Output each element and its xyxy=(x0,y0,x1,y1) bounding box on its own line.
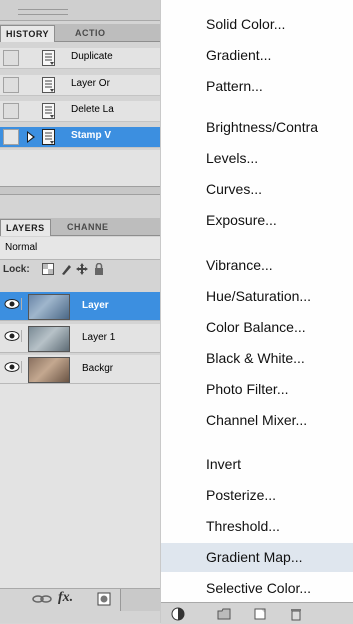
snapshot-source-checkbox[interactable] xyxy=(3,50,19,66)
adjustment-layer-button-pressed[interactable] xyxy=(120,589,161,611)
layers-panel-tabs: LAYERS CHANNE xyxy=(0,218,160,236)
new-layer-icon[interactable] xyxy=(253,607,267,621)
history-state-icon xyxy=(42,103,55,119)
layer-thumbnail xyxy=(28,326,70,352)
tab-actions[interactable]: ACTIO xyxy=(70,25,111,41)
blend-mode-select[interactable]: Normal xyxy=(0,237,160,260)
menu-item-invert[interactable]: Invert xyxy=(206,456,241,472)
menu-item-color-balance[interactable]: Color Balance... xyxy=(206,319,306,335)
history-state-icon xyxy=(42,77,55,93)
visibility-eye-icon[interactable] xyxy=(4,298,22,310)
menu-item-brightness-contrast[interactable]: Brightness/Contra xyxy=(206,119,318,135)
visibility-eye-icon[interactable] xyxy=(4,330,22,342)
group-folder-icon[interactable] xyxy=(217,607,231,621)
lock-image-pixels-icon[interactable] xyxy=(60,263,72,275)
lock-all-icon[interactable] xyxy=(93,263,105,275)
adjustment-layer-menu: Solid Color... Gradient... Pattern... Br… xyxy=(160,0,353,624)
menu-item-curves[interactable]: Curves... xyxy=(206,181,262,197)
lock-label: Lock: xyxy=(3,264,30,275)
grip-icon xyxy=(18,9,68,15)
history-item-selected[interactable]: Stamp V xyxy=(0,127,160,148)
history-list-empty-area xyxy=(0,150,160,186)
menu-item-black-white[interactable]: Black & White... xyxy=(206,350,305,366)
left-panel-area: HISTORY ACTIO Duplicate Layer Or Delete … xyxy=(0,0,161,623)
history-item[interactable]: Layer Or xyxy=(0,75,160,96)
tab-channels[interactable]: CHANNE xyxy=(62,219,114,235)
link-layers-icon[interactable] xyxy=(32,592,52,606)
menu-item-gradient[interactable]: Gradient... xyxy=(206,47,271,63)
layer-thumbnail xyxy=(28,294,70,320)
layer-name: Layer xyxy=(82,300,109,311)
menu-item-vibrance[interactable]: Vibrance... xyxy=(206,257,273,273)
adjustment-layer-icon[interactable] xyxy=(171,607,185,621)
history-state-pointer-icon xyxy=(27,131,35,143)
menu-item-exposure[interactable]: Exposure... xyxy=(206,212,277,228)
panel-dock-header[interactable] xyxy=(0,0,160,21)
snapshot-source-checkbox[interactable] xyxy=(3,77,19,93)
history-panel-tabs: HISTORY ACTIO xyxy=(0,24,160,42)
layer-name: Backgr xyxy=(82,363,114,374)
layer-row[interactable]: Layer 1 xyxy=(0,324,160,353)
menu-item-pattern[interactable]: Pattern... xyxy=(206,78,263,94)
menu-item-gradient-map[interactable]: Gradient Map... xyxy=(161,543,353,572)
history-item-label: Layer Or xyxy=(71,78,110,89)
snapshot-source-checkbox[interactable] xyxy=(3,103,19,119)
snapshot-source-checkbox[interactable] xyxy=(3,129,19,145)
history-state-icon xyxy=(42,50,55,66)
panel-divider[interactable] xyxy=(0,186,160,195)
menu-item-threshold[interactable]: Threshold... xyxy=(206,518,280,534)
blend-mode-value: Normal xyxy=(5,242,38,253)
menu-item-posterize[interactable]: Posterize... xyxy=(206,487,276,503)
menu-item-selective-color[interactable]: Selective Color... xyxy=(206,580,311,596)
layer-thumbnail xyxy=(28,357,70,383)
menu-item-photo-filter[interactable]: Photo Filter... xyxy=(206,381,288,397)
layer-row-selected[interactable]: Layer xyxy=(0,292,160,321)
history-item-label: Duplicate xyxy=(71,51,113,62)
add-mask-icon[interactable] xyxy=(97,592,111,606)
layers-list-empty-area xyxy=(0,384,160,588)
menu-item-channel-mixer[interactable]: Channel Mixer... xyxy=(206,412,307,428)
bottom-bar-continuation xyxy=(161,602,353,624)
history-item-label: Delete La xyxy=(71,104,114,115)
layer-name: Layer 1 xyxy=(82,332,116,343)
lock-row: Lock: xyxy=(0,258,160,282)
lock-transparent-pixels-icon[interactable] xyxy=(42,263,54,275)
menu-item-solid-color[interactable]: Solid Color... xyxy=(206,16,285,32)
tab-history[interactable]: HISTORY xyxy=(0,25,56,42)
layer-row[interactable]: Backgr xyxy=(0,355,160,384)
history-item[interactable]: Delete La xyxy=(0,101,160,122)
lock-position-icon[interactable] xyxy=(76,263,88,275)
layers-bottom-bar: fx. xyxy=(0,588,161,611)
delete-layer-icon[interactable] xyxy=(289,607,303,621)
history-item-label: Stamp V xyxy=(71,130,112,141)
menu-item-levels[interactable]: Levels... xyxy=(206,150,258,166)
visibility-eye-icon[interactable] xyxy=(4,361,22,373)
menu-item-hue-saturation[interactable]: Hue/Saturation... xyxy=(206,288,311,304)
history-state-icon xyxy=(42,129,55,145)
history-item[interactable]: Duplicate xyxy=(0,48,160,69)
tab-layers[interactable]: LAYERS xyxy=(0,219,51,236)
layer-style-fx-button[interactable]: fx. xyxy=(58,590,73,606)
